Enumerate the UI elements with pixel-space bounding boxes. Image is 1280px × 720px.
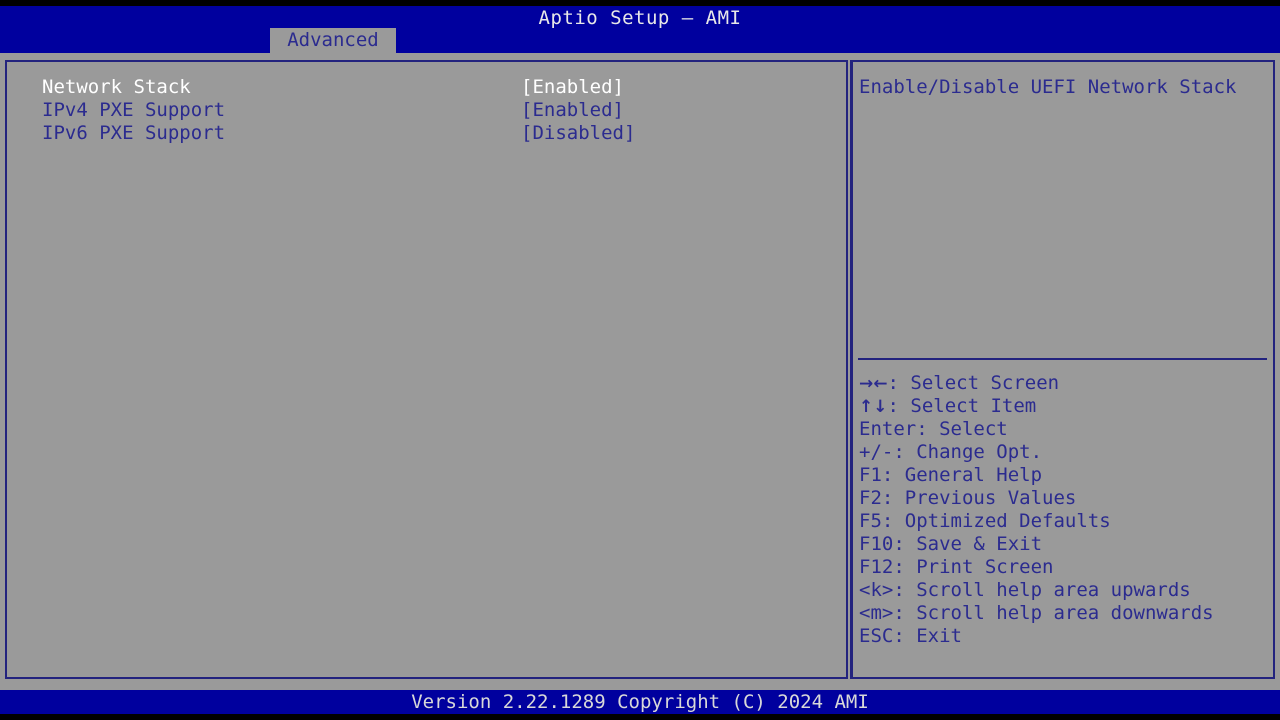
key-legend-label: F12: Print Screen <box>859 556 1054 578</box>
arrow-key-icon: →← <box>859 374 888 394</box>
setting-row[interactable]: IPv6 PXE Support [Disabled] <box>42 122 822 145</box>
key-legend-row: ESC: Exit <box>859 625 1271 648</box>
key-legend-row: F12: Print Screen <box>859 556 1271 579</box>
help-divider <box>858 358 1267 360</box>
key-legend-row: ↑↓: Select Item <box>859 395 1271 418</box>
help-description: Enable/Disable UEFI Network Stack <box>859 76 1237 98</box>
key-legend-label: <m>: Scroll help area downwards <box>859 602 1214 624</box>
key-legend-row: F2: Previous Values <box>859 487 1271 510</box>
key-legend-label: ESC: Exit <box>859 625 962 647</box>
setting-label: IPv4 PXE Support <box>42 99 226 121</box>
key-legend-row: <k>: Scroll help area upwards <box>859 579 1271 602</box>
help-panel: Enable/Disable UEFI Network Stack →←: Se… <box>850 60 1275 679</box>
page-title: Aptio Setup – AMI <box>538 7 742 29</box>
settings-panel: Network Stack [Enabled] IPv4 PXE Support [E… <box>5 60 848 679</box>
tab-advanced[interactable]: Advanced <box>270 28 396 53</box>
key-legend-row: +/-: Change Opt. <box>859 441 1271 464</box>
key-legend-row: F5: Optimized Defaults <box>859 510 1271 533</box>
settings-list: Network Stack [Enabled] IPv4 PXE Support [E… <box>42 76 822 145</box>
key-legend-list: →←: Select Screen ↑↓: Select Item Enter: S… <box>859 372 1271 648</box>
key-legend-label: <k>: Scroll help area upwards <box>859 579 1191 601</box>
key-legend-label: F10: Save & Exit <box>859 533 1043 555</box>
setting-label: Network Stack <box>42 76 191 98</box>
arrow-key-icon: ↑↓ <box>859 397 888 417</box>
key-legend-label: : Select Screen <box>887 372 1060 394</box>
key-legend-label: : Select Item <box>887 395 1037 417</box>
setting-row[interactable]: Network Stack [Enabled] <box>42 76 822 99</box>
key-legend-label: Enter: Select <box>859 418 1008 440</box>
setting-label: IPv6 PXE Support <box>42 122 226 144</box>
key-legend-label: F1: General Help <box>859 464 1043 486</box>
bottom-black-strip <box>0 714 1280 720</box>
key-legend-label: F5: Optimized Defaults <box>859 510 1111 532</box>
footer-version: Version 2.22.1289 Copyright (C) 2024 AMI <box>411 691 869 713</box>
bios-setup-screen: Aptio Setup – AMI Advanced Network Stack… <box>0 0 1280 720</box>
key-legend-row: Enter: Select <box>859 418 1271 441</box>
key-legend-row: <m>: Scroll help area downwards <box>859 602 1271 625</box>
key-legend-label: +/-: Change Opt. <box>859 441 1043 463</box>
key-legend-row: F1: General Help <box>859 464 1271 487</box>
key-legend-label: F2: Previous Values <box>859 487 1077 509</box>
setting-value[interactable]: [Disabled] <box>521 122 635 145</box>
setting-value[interactable]: [Enabled] <box>521 99 624 122</box>
key-legend-row: F10: Save & Exit <box>859 533 1271 556</box>
setting-value[interactable]: [Enabled] <box>521 76 624 99</box>
key-legend-row: →←: Select Screen <box>859 372 1271 395</box>
setting-row[interactable]: IPv4 PXE Support [Enabled] <box>42 99 822 122</box>
